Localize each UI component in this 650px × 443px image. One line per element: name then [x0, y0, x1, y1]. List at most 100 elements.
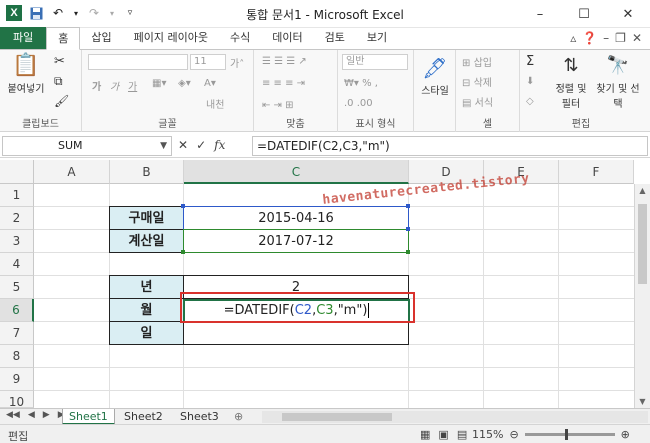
tab-home[interactable]: 홈: [46, 27, 81, 50]
horizontal-scrollbar[interactable]: [262, 411, 648, 423]
find-select-button[interactable]: 🔭 찾기 및 선택: [596, 52, 640, 110]
prev-sheet-icon[interactable]: ◀: [28, 410, 35, 420]
bold-button[interactable]: 가: [92, 78, 101, 93]
row-header-8[interactable]: 8: [0, 345, 34, 368]
tab-formulas[interactable]: 수식: [219, 27, 261, 49]
minimize-button[interactable]: –: [518, 0, 562, 28]
fill-icon[interactable]: ⬇: [526, 76, 534, 87]
borders-icon[interactable]: ▦▾: [152, 78, 166, 89]
help-icon[interactable]: ❓: [582, 31, 597, 45]
row-header-6[interactable]: 6: [0, 299, 34, 322]
row-header-9[interactable]: 9: [0, 368, 34, 391]
row-header-2[interactable]: 2: [0, 207, 34, 230]
worksheet-grid[interactable]: A B C D E F 1 2 3 4 5 6 7 8 9 10 구매일 201…: [0, 160, 650, 409]
formula-input[interactable]: =DATEDIF(C2,C3,"m"): [252, 136, 648, 156]
font-size-combo[interactable]: 11: [190, 54, 226, 70]
c3-range-handle-br[interactable]: [406, 250, 410, 254]
font-name-combo[interactable]: [88, 54, 188, 70]
ribbon-minimize-icon[interactable]: ▵: [570, 31, 576, 45]
vertical-scroll-thumb[interactable]: [638, 204, 647, 284]
page-break-view-icon[interactable]: ▤: [457, 428, 467, 441]
next-sheet-icon[interactable]: ▶: [43, 410, 50, 420]
tab-review[interactable]: 검토: [314, 27, 356, 49]
vertical-scrollbar[interactable]: ▲ ▼: [634, 184, 650, 408]
insert-function-icon[interactable]: fx: [214, 138, 225, 152]
column-header-b[interactable]: B: [110, 160, 184, 184]
workbook-minimize-icon[interactable]: –: [603, 31, 609, 45]
italic-button[interactable]: 가: [110, 78, 119, 93]
horizontal-scroll-thumb[interactable]: [282, 413, 392, 421]
cut-icon[interactable]: ✂: [54, 54, 65, 69]
c3-range-handle[interactable]: [181, 250, 185, 254]
sort-filter-button[interactable]: ⇅ 정렬 및 필터: [550, 52, 592, 110]
sheet-tab-sheet3[interactable]: Sheet3: [174, 409, 225, 425]
cell-b5[interactable]: 년: [109, 275, 184, 299]
sheet-tab-sheet2[interactable]: Sheet2: [118, 409, 169, 425]
tab-view[interactable]: 보기: [356, 27, 398, 49]
sheet-tab-sheet1[interactable]: Sheet1: [62, 409, 115, 425]
phonetic-button[interactable]: 내천: [206, 96, 224, 111]
row-header-5[interactable]: 5: [0, 276, 34, 299]
normal-view-icon[interactable]: ▦: [420, 428, 430, 441]
tab-file[interactable]: 파일: [0, 27, 47, 49]
zoom-level[interactable]: 115%: [472, 428, 503, 441]
font-color-icon[interactable]: A▾: [204, 78, 216, 89]
delete-cells-button[interactable]: ⊟ 삭제: [462, 74, 492, 89]
cell-c3[interactable]: 2017-07-12: [183, 229, 409, 253]
row-header-7[interactable]: 7: [0, 322, 34, 345]
cell-b7[interactable]: 일: [109, 321, 184, 345]
zoom-slider[interactable]: [524, 429, 615, 440]
tab-insert[interactable]: 삽입: [80, 27, 122, 49]
new-sheet-icon[interactable]: ⊕: [228, 409, 249, 425]
format-cells-button[interactable]: ▤ 서식: [462, 94, 493, 109]
number-format-combo[interactable]: 일반: [342, 54, 408, 70]
cell-c7[interactable]: [183, 321, 409, 345]
styles-button[interactable]: 🖋 스타일: [416, 54, 454, 97]
enter-formula-icon[interactable]: ✓: [196, 138, 206, 152]
tab-data[interactable]: 데이터: [261, 27, 313, 49]
cell-c2[interactable]: 2015-04-16: [183, 206, 409, 230]
row-header-10[interactable]: 10: [0, 391, 34, 409]
column-header-a[interactable]: A: [34, 160, 110, 184]
column-header-f[interactable]: F: [559, 160, 634, 184]
autosum-icon[interactable]: Σ: [526, 54, 534, 69]
workbook-close-icon[interactable]: ✕: [632, 31, 642, 45]
c2-range-handle-br[interactable]: [406, 227, 410, 231]
currency-percent-icons[interactable]: ₩▾ % ,: [344, 78, 378, 89]
c2-range-handle[interactable]: [181, 204, 185, 208]
fill-color-icon[interactable]: ◈▾: [178, 78, 191, 89]
wrap-merge-icons[interactable]: ⇤ ⇥ ⊞: [262, 100, 294, 111]
workbook-restore-icon[interactable]: ❐: [615, 31, 626, 45]
zoom-slider-thumb[interactable]: [564, 429, 568, 440]
underline-button[interactable]: 가: [128, 78, 137, 93]
align-top-icons[interactable]: ☰ ☰ ☰ ↗: [262, 56, 307, 67]
c2-range-handle-right[interactable]: [406, 204, 410, 208]
scroll-up-icon[interactable]: ▲: [635, 186, 650, 195]
maximize-button[interactable]: ☐: [562, 0, 606, 28]
row-header-3[interactable]: 3: [0, 230, 34, 253]
first-sheet-icon[interactable]: ◀◀: [6, 410, 20, 420]
page-layout-view-icon[interactable]: ▣: [438, 428, 448, 441]
column-header-c[interactable]: C: [184, 160, 409, 184]
row-header-1[interactable]: 1: [0, 184, 34, 207]
name-box-dropdown-icon[interactable]: ▼: [160, 137, 167, 155]
paste-button[interactable]: 📋 붙여넣기: [4, 52, 48, 95]
scroll-down-icon[interactable]: ▼: [635, 397, 650, 406]
tab-page-layout[interactable]: 페이지 레이아웃: [123, 27, 219, 49]
zoom-in-icon[interactable]: ⊕: [621, 428, 630, 441]
insert-cells-button[interactable]: ⊞ 삽입: [462, 54, 492, 69]
cell-b2[interactable]: 구매일: [109, 206, 184, 230]
select-all-corner[interactable]: [0, 160, 34, 184]
font-grow-button[interactable]: 가˄: [230, 55, 244, 70]
cancel-formula-icon[interactable]: ✕: [178, 138, 188, 152]
zoom-out-icon[interactable]: ⊖: [509, 428, 518, 441]
row-header-4[interactable]: 4: [0, 253, 34, 276]
align-left-icons[interactable]: ≡ ≡ ≡ ⇥: [262, 78, 305, 89]
cell-b6[interactable]: 월: [109, 298, 184, 322]
clear-icon[interactable]: ◇: [526, 96, 534, 107]
name-box[interactable]: SUM ▼: [2, 136, 172, 156]
copy-icon[interactable]: ⧉: [54, 74, 63, 89]
format-painter-icon[interactable]: 🖌: [54, 94, 69, 108]
cell-b3[interactable]: 계산일: [109, 229, 184, 253]
decimal-icons[interactable]: .0 .00: [344, 98, 373, 109]
